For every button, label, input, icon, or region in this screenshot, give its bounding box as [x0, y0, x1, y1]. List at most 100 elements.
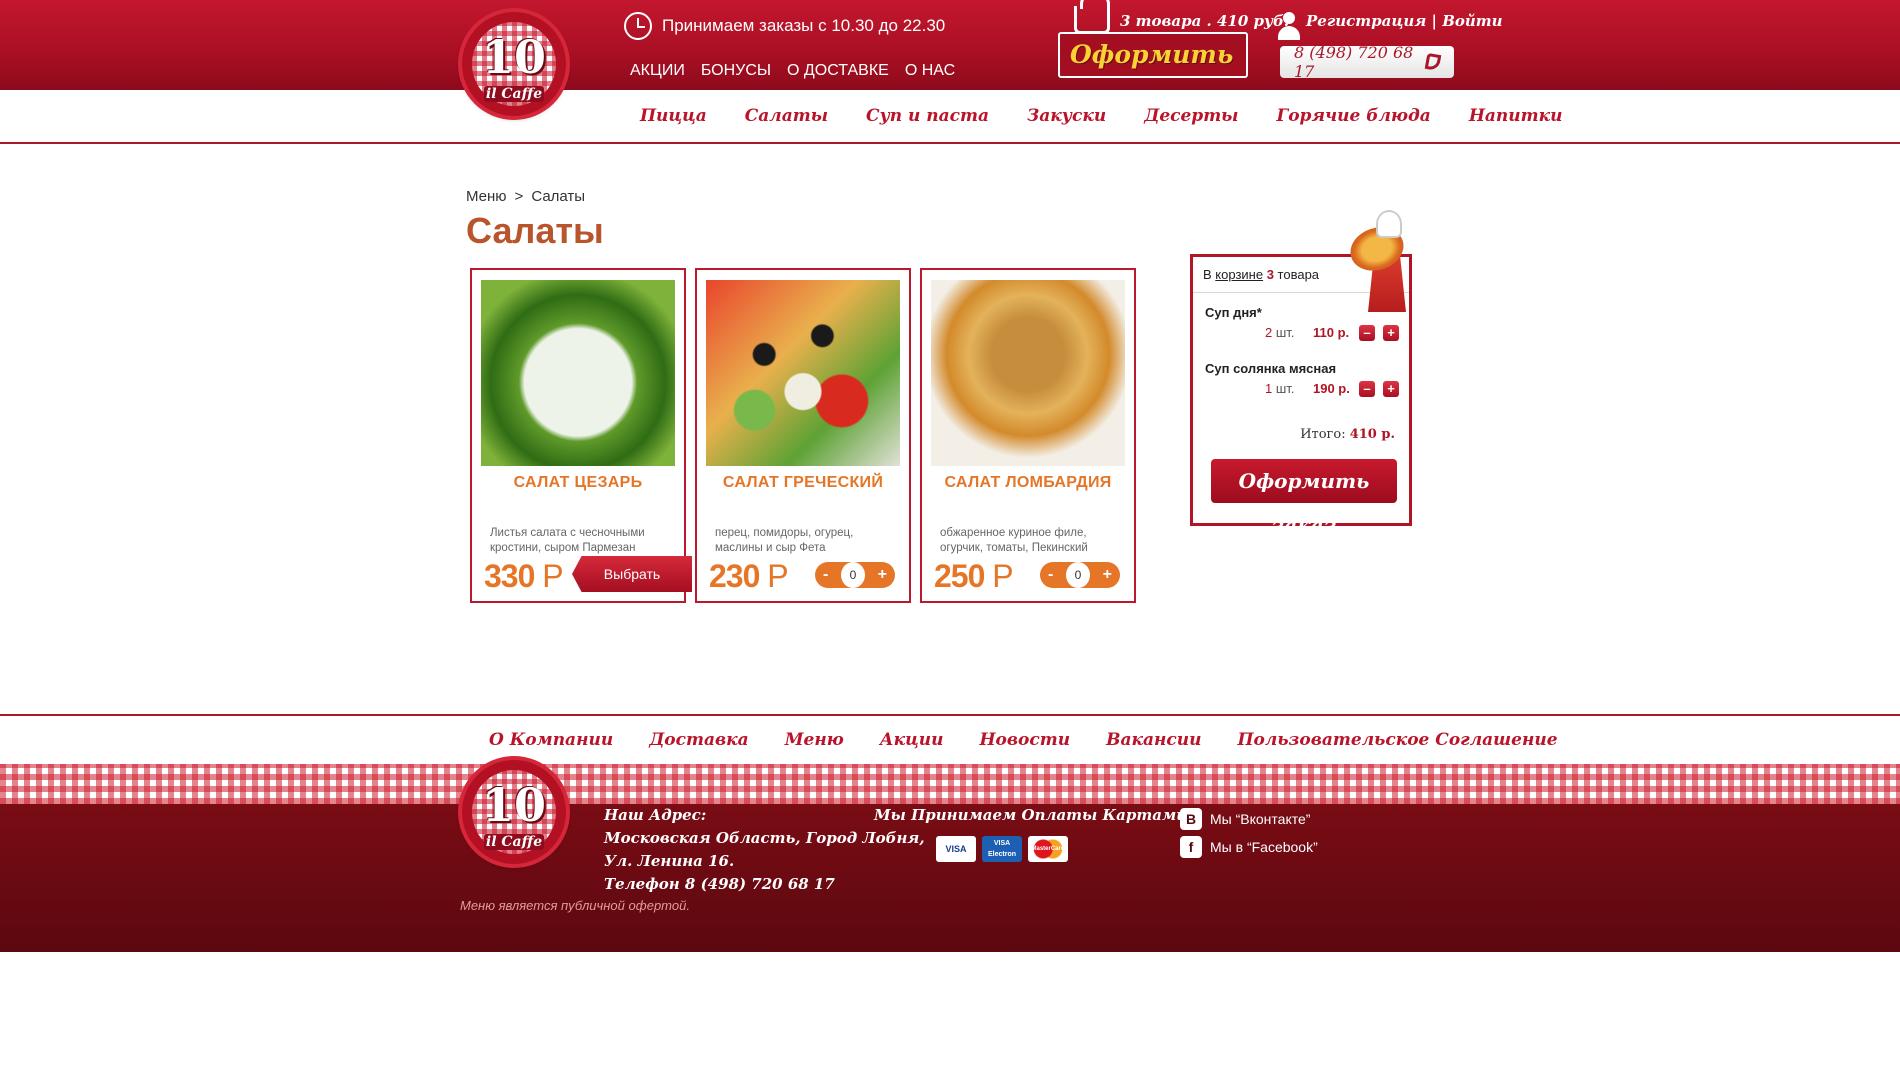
header-cart-summary[interactable]: 3 товара . 410 руб. [1120, 12, 1289, 30]
nav-drinks[interactable]: Напитки [1469, 106, 1563, 126]
place-order-button[interactable]: Оформить заказ [1211, 459, 1397, 537]
nav-salads[interactable]: Салаты [745, 106, 828, 126]
footer-link-company[interactable]: О Компании [489, 730, 613, 750]
payments-title: Мы Принимаем Оплаты Картами [874, 806, 1188, 824]
checkout-button[interactable]: Оформить [1058, 32, 1248, 78]
footer-link-promo[interactable]: Акции [880, 730, 944, 750]
auth-links: Регистрация | Войти [1306, 12, 1503, 30]
footer-link-jobs[interactable]: Вакансии [1106, 730, 1201, 750]
footer [0, 804, 1900, 952]
pizza-chef-mascot [1344, 200, 1440, 316]
logo-number: 10 [481, 778, 546, 832]
product-price: 330 Р [484, 558, 564, 594]
breadcrumb-current: Салаты [531, 188, 586, 205]
breadcrumb: Меню > Салаты [466, 188, 585, 205]
phone-icon [1424, 52, 1442, 72]
phone-number: 8 (498) 720 68 17 [1294, 43, 1414, 81]
vk-icon: В [1180, 808, 1202, 830]
top-link-bonuses[interactable]: БОНУСЫ [701, 62, 771, 80]
select-button[interactable]: Выбрать [572, 556, 692, 592]
register-link[interactable]: Регистрация [1306, 12, 1426, 30]
product-card-caesar: САЛАТ ЦЕЗАРЬ Листья салата с чесночными … [470, 268, 692, 603]
social-label: Мы в “Facebook” [1210, 839, 1318, 855]
nav-pizza[interactable]: Пицца [640, 106, 707, 126]
visa-icon: VISA [936, 836, 976, 862]
auth-separator: | [1426, 12, 1443, 30]
cart-total: Итого: 410 р. [1300, 427, 1395, 442]
address-line: Московская Область, Город Лобня, [604, 829, 925, 847]
cart-item-qty: 2 шт. [1265, 325, 1295, 340]
phone-button[interactable]: 8 (498) 720 68 17 [1280, 43, 1454, 81]
page-title: Салаты [466, 210, 604, 251]
decrease-button[interactable]: - [823, 566, 828, 584]
product-name[interactable]: САЛАТ ГРЕЧЕСКИЙ [697, 474, 909, 492]
cart-decrease-button[interactable]: – [1359, 381, 1375, 397]
quantity-value[interactable]: 0 [1065, 562, 1090, 588]
product-photo[interactable] [481, 280, 675, 466]
nav-hot-dishes[interactable]: Горячие блюда [1276, 106, 1430, 126]
product-card-greek: САЛАТ ГРЕЧЕСКИЙ перец, помидоры, огурец,… [695, 268, 911, 603]
increase-button[interactable]: + [878, 566, 887, 584]
top-link-promo[interactable]: АКЦИИ [630, 62, 685, 80]
nav-desserts[interactable]: Десерты [1144, 106, 1238, 126]
product-name[interactable]: САЛАТ ЦЕЗАРЬ [472, 474, 684, 492]
breadcrumb-menu-link[interactable]: Меню [466, 188, 507, 205]
cart-link[interactable]: корзине [1215, 267, 1263, 282]
social-facebook[interactable]: f Мы в “Facebook” [1180, 836, 1318, 858]
logo[interactable]: 10 il Caffe [454, 8, 574, 128]
page: { "header": { "hours_text": "Принимаем з… [0, 0, 1900, 1080]
cart-item-price: 190 р. [1313, 381, 1350, 396]
logo-name: il Caffe [484, 86, 544, 102]
address-line: Ул. Ленина 16. [604, 852, 735, 870]
product-description: перец, помидоры, огурец, маслины и сыр Ф… [715, 527, 854, 554]
decrease-button[interactable]: - [1048, 566, 1053, 584]
product-description: Листья салата с чесночными кростини, сыр… [490, 527, 645, 554]
hours-text: Принимаем заказы с 10.30 до 22.30 [662, 16, 946, 35]
nav-snacks[interactable]: Закуски [1027, 106, 1106, 126]
footer-link-terms[interactable]: Пользовательское Соглашение [1237, 730, 1557, 750]
footer-nav: О Компании Доставка Меню Акции Новости В… [489, 730, 1558, 750]
cart-decrease-button[interactable]: – [1359, 325, 1375, 341]
cart-increase-button[interactable]: + [1383, 325, 1399, 341]
footer-link-news[interactable]: Новости [979, 730, 1070, 750]
opening-hours: Принимаем заказы с 10.30 до 22.30 [624, 12, 945, 40]
mastercard-icon: MasterCard [1028, 836, 1068, 862]
top-links: АКЦИИ БОНУСЫ О ДОСТАВКЕ О НАС [630, 62, 955, 80]
cart-item-name: Суп солянка мясная [1205, 361, 1337, 376]
product-description: обжаренное куриное филе, огурчик, томаты… [940, 527, 1088, 554]
top-link-delivery[interactable]: О ДОСТАВКЕ [787, 62, 889, 80]
visa-electron-icon: VISA Electron [982, 836, 1022, 862]
footer-link-menu[interactable]: Меню [785, 730, 844, 750]
login-link[interactable]: Войти [1442, 12, 1502, 30]
logo-name: il Caffe [484, 834, 544, 850]
clock-icon [624, 12, 652, 40]
footer-logo[interactable]: 10 il Caffe [454, 756, 574, 876]
quantity-value[interactable]: 0 [840, 562, 865, 588]
top-link-about[interactable]: О НАС [905, 62, 955, 80]
cart-increase-button[interactable]: + [1383, 381, 1399, 397]
checkered-strip [0, 764, 1900, 804]
cart-item-qty: 1 шт. [1265, 381, 1295, 396]
breadcrumb-separator: > [514, 188, 524, 205]
footer-link-delivery[interactable]: Доставка [649, 730, 749, 750]
social-vk[interactable]: В Мы “Вконтакте” [1180, 808, 1310, 830]
product-price: 230 Р [709, 558, 789, 594]
main-nav: Пицца Салаты Суп и паста Закуски Десерты… [640, 106, 1562, 126]
product-price: 250 Р [934, 558, 1014, 594]
user-icon [1278, 12, 1300, 40]
nav-soup-pasta[interactable]: Суп и паста [866, 106, 989, 126]
product-photo[interactable] [931, 280, 1125, 466]
payment-cards: VISA VISA Electron MasterCard [936, 836, 1068, 862]
increase-button[interactable]: + [1103, 566, 1112, 584]
cart-item-name: Суп дня* [1205, 305, 1262, 320]
social-label: Мы “Вконтакте” [1210, 811, 1311, 827]
product-name[interactable]: САЛАТ ЛОМБАРДИЯ [922, 474, 1134, 492]
facebook-icon: f [1180, 836, 1202, 858]
public-offer-note: Меню является публичной офертой. [460, 898, 690, 913]
logo-number: 10 [481, 30, 546, 84]
basket-icon [1074, 0, 1110, 34]
product-photo[interactable] [706, 280, 900, 466]
cart-count: 3 [1266, 267, 1274, 282]
quantity-stepper: - 0 + [1040, 562, 1120, 588]
footer-phone: Телефон 8 (498) 720 68 17 [604, 875, 835, 893]
